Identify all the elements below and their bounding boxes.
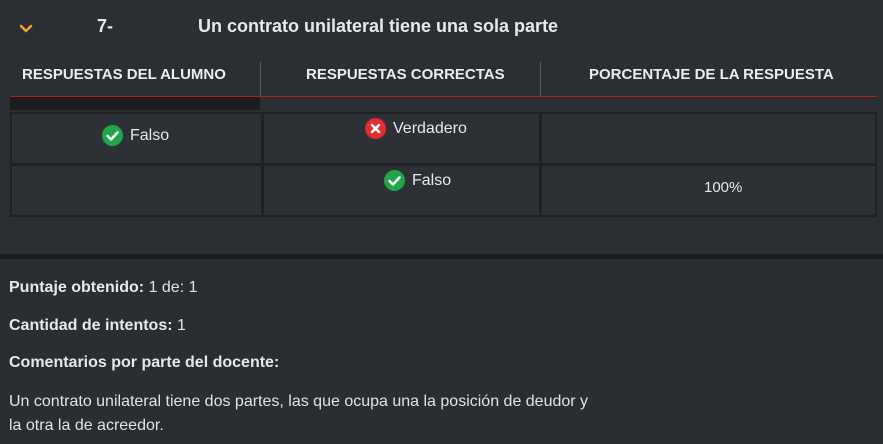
answer-label: Falso bbox=[130, 126, 170, 144]
comments-label: Comentarios por parte del docente: bbox=[9, 354, 280, 371]
answer-option: Falso bbox=[384, 170, 451, 191]
question-number: 7- bbox=[97, 16, 114, 36]
answer-option: Verdadero bbox=[365, 118, 467, 139]
score-line: Puntaje obtenido: 1 de: 1 bbox=[9, 279, 198, 297]
table-cell-correct: Falso bbox=[264, 166, 539, 215]
attempts-line: Cantidad de intentos: 1 bbox=[9, 317, 186, 335]
x-circle-icon bbox=[365, 118, 386, 139]
table-cell-student bbox=[12, 166, 261, 215]
table-cell-correct: Verdadero bbox=[264, 114, 539, 163]
chevron-down-icon[interactable] bbox=[18, 21, 34, 37]
section-divider bbox=[0, 254, 883, 259]
score-value: 1 de: 1 bbox=[148, 279, 198, 296]
active-column-indicator bbox=[10, 97, 260, 110]
question-panel: 7- Un contrato unilateral tiene una sola… bbox=[0, 0, 883, 254]
header-separator bbox=[260, 62, 261, 96]
answer-label: Verdadero bbox=[393, 119, 467, 137]
attempts-value: 1 bbox=[177, 317, 186, 334]
table-cell-student: Falso bbox=[12, 114, 261, 163]
table-cell-percentage bbox=[542, 114, 875, 163]
question-text: Un contrato unilateral tiene una sola pa… bbox=[198, 16, 559, 36]
answer-label: Falso bbox=[412, 171, 452, 189]
question-header[interactable]: 7- Un contrato unilateral tiene una sola… bbox=[0, 0, 883, 54]
comments-heading: Comentarios por parte del docente: bbox=[9, 354, 279, 372]
teacher-comment: Un contrato unilateral tiene dos partes,… bbox=[9, 390, 649, 438]
check-circle-icon bbox=[384, 170, 405, 191]
score-label: Puntaje obtenido: bbox=[9, 279, 145, 296]
percentage-value: 100% bbox=[704, 179, 743, 196]
answer-option: Falso bbox=[102, 125, 169, 146]
table-cell-percentage: 100% bbox=[542, 166, 875, 215]
answers-table: Falso Verdadero Falso 100% bbox=[10, 112, 877, 217]
comment-line: Un contrato unilateral tiene dos partes,… bbox=[9, 393, 589, 410]
header-student-answers: RESPUESTAS DEL ALUMNO bbox=[22, 66, 226, 83]
check-circle-icon bbox=[102, 125, 123, 146]
header-separator bbox=[540, 62, 541, 96]
header-correct-answers: RESPUESTAS CORRECTAS bbox=[306, 66, 505, 83]
header-response-percentage: PORCENTAJE DE LA RESPUESTA bbox=[589, 66, 834, 83]
attempts-label: Cantidad de intentos: bbox=[9, 317, 173, 334]
comment-line: la otra la de acreedor. bbox=[9, 417, 164, 434]
